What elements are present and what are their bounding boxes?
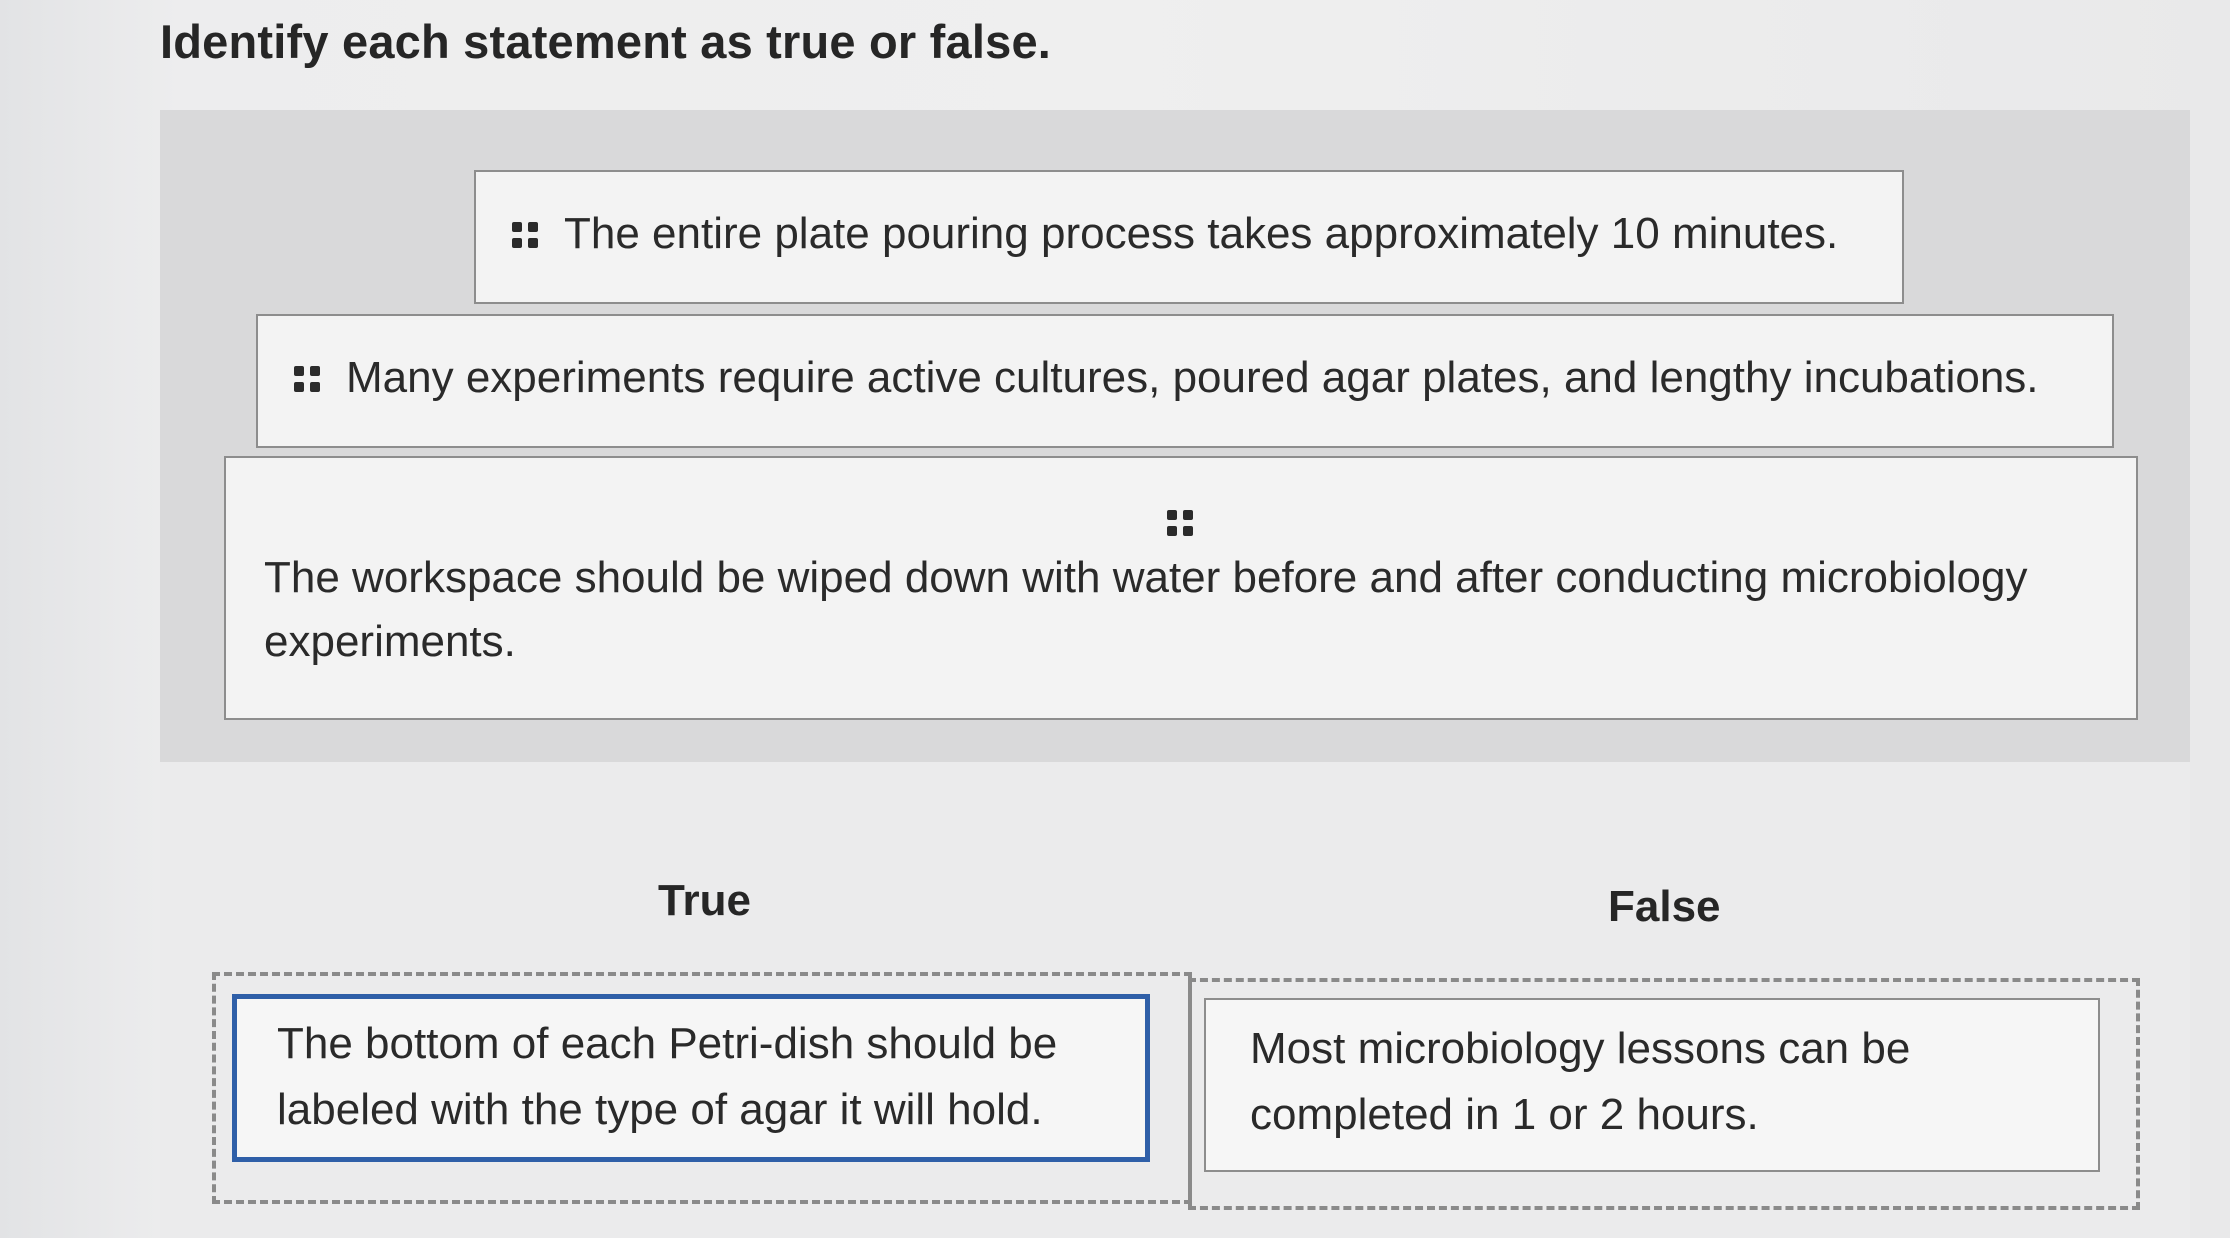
draggable-statement-1[interactable]: The entire plate pouring process takes a…: [474, 170, 1904, 304]
statement-text: Many experiments require active cultures…: [346, 353, 2039, 402]
drag-handle-icon[interactable]: [294, 366, 322, 394]
draggable-statement-2[interactable]: Many experiments require active cultures…: [256, 314, 2114, 448]
drag-handle-icon[interactable]: [512, 222, 540, 250]
placed-statement-false[interactable]: Most microbiology lessons can be complet…: [1204, 998, 2100, 1172]
draggable-statement-3[interactable]: The workspace should be wiped down with …: [224, 456, 2138, 720]
false-column-heading: False: [1608, 882, 1721, 931]
placed-statement-true[interactable]: The bottom of each Petri-dish should be …: [232, 994, 1150, 1162]
page: Identify each statement as true or false…: [0, 0, 2230, 1238]
drag-handle-icon[interactable]: [1167, 510, 1195, 538]
statement-text: The entire plate pouring process takes a…: [564, 209, 1839, 258]
question-prompt: Identify each statement as true or false…: [160, 15, 1052, 68]
true-column-heading: True: [658, 876, 751, 925]
statement-text: The workspace should be wiped down with …: [264, 553, 2028, 666]
drag-handle-row: [264, 490, 2098, 546]
